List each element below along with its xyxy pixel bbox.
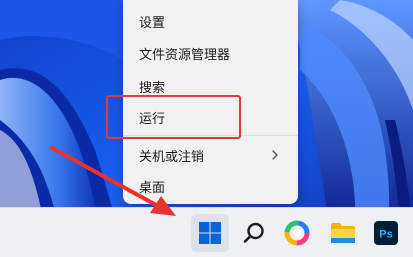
- windows-start-icon: [199, 222, 221, 244]
- chevron-right-icon: [272, 150, 278, 160]
- menu-item-label: 关机或注销: [139, 149, 205, 165]
- menu-item-label: 搜索: [139, 80, 166, 96]
- taskbar-photoshop-button[interactable]: Ps: [367, 214, 405, 252]
- taskbar: Ps: [0, 207, 413, 257]
- menu-item-settings[interactable]: 设置: [127, 6, 294, 36]
- menu-item-label: 文件资源管理器: [139, 47, 231, 63]
- photoshop-icon: Ps: [374, 221, 398, 245]
- menu-item-label: 桌面: [139, 180, 166, 196]
- taskbar-app-button[interactable]: [278, 214, 316, 252]
- taskbar-search-button[interactable]: [235, 214, 273, 252]
- file-explorer-icon: [331, 223, 355, 243]
- menu-item-desktop[interactable]: 桌面: [127, 171, 294, 201]
- taskbar-file-explorer-button[interactable]: [324, 214, 362, 252]
- photoshop-label: Ps: [379, 229, 392, 241]
- menu-item-file-explorer[interactable]: 文件资源管理器: [127, 38, 294, 68]
- start-button[interactable]: [191, 214, 229, 252]
- menu-item-shutdown-signout[interactable]: 关机或注销: [127, 140, 294, 170]
- menu-item-label: 设置: [139, 15, 166, 31]
- annotation-highlight-box: [106, 95, 241, 139]
- search-icon: [243, 222, 264, 243]
- color-app-icon: [284, 220, 310, 246]
